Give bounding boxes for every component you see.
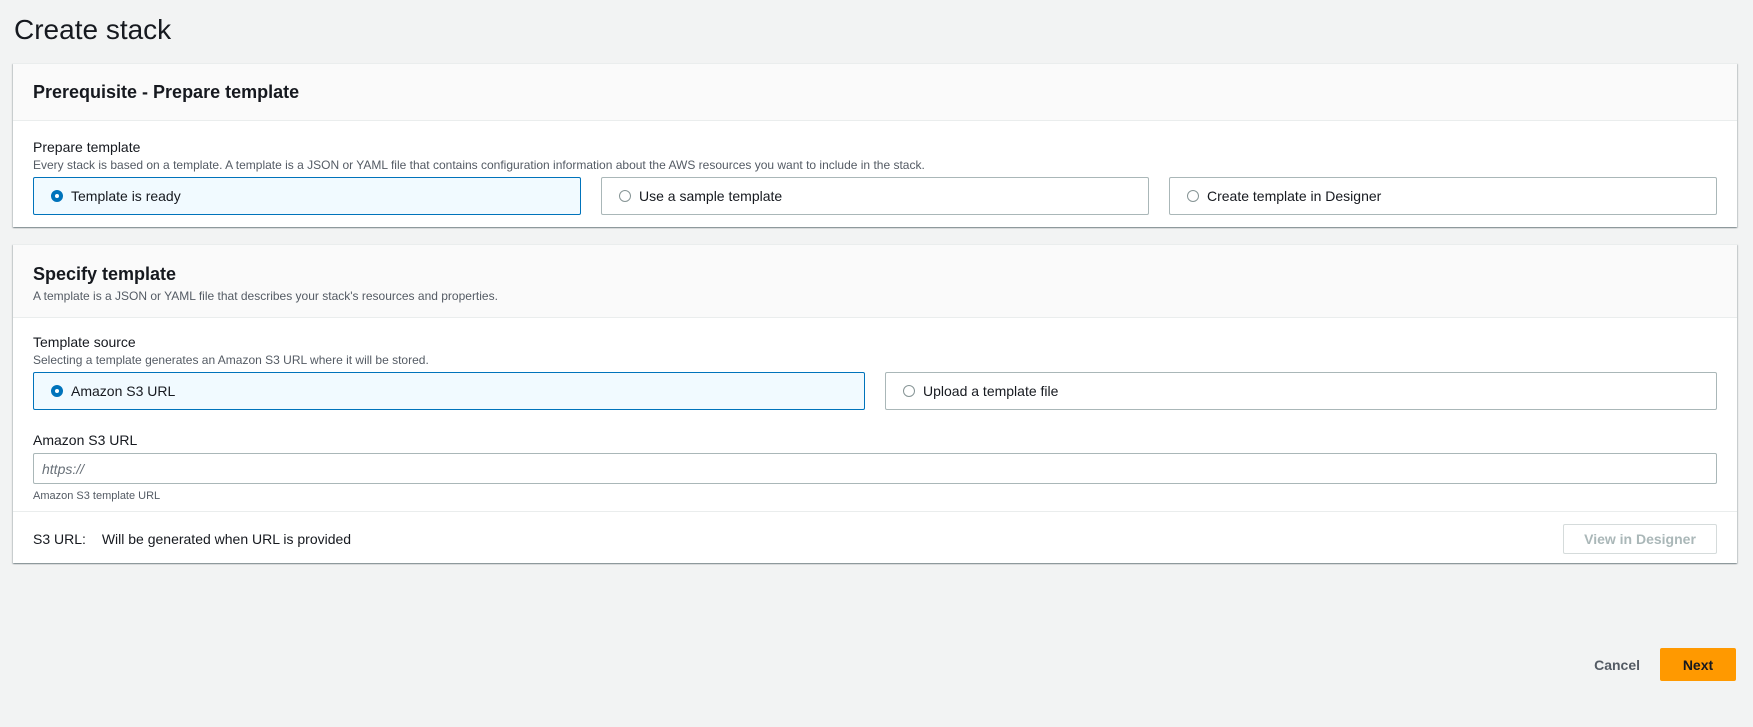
template-source-label: Template source [33,334,136,350]
option-label: Use a sample template [639,188,783,204]
prerequisite-heading: Prerequisite - Prepare template [33,82,300,102]
option-label: Create template in Designer [1207,188,1382,204]
option-upload-template-file[interactable]: Upload a template file [885,372,1717,410]
radio-unselected-icon[interactable] [1187,190,1199,202]
s3-url-key: S3 URL: [33,531,86,547]
page-title: Create stack [14,14,172,45]
specify-template-header: Specify template A template is a JSON or… [13,245,1737,318]
form-actions: Cancel Next [1574,648,1736,681]
view-in-designer-button[interactable]: View in Designer [1563,524,1717,554]
amazon-s3-url-label: Amazon S3 URL [33,432,138,448]
radio-selected-icon[interactable] [51,385,63,397]
cancel-button[interactable]: Cancel [1574,651,1660,679]
option-label: Amazon S3 URL [71,383,176,399]
specify-template-heading: Specify template [33,264,177,284]
radio-selected-icon[interactable] [51,190,63,202]
s3-url-footer: S3 URL: Will be generated when URL is pr… [13,511,1737,566]
radio-unselected-icon[interactable] [619,190,631,202]
s3-url-value: Will be generated when URL is provided [101,531,352,547]
prepare-template-options: Template is ready Use a sample template … [33,177,1717,215]
prerequisite-panel: Prerequisite - Prepare template Prepare … [13,63,1737,227]
prepare-template-label: Prepare template [33,139,141,155]
option-label: Upload a template file [923,383,1059,399]
amazon-s3-url-hint: Amazon S3 template URL [33,490,161,502]
prepare-template-description: Every stack is based on a template. A te… [33,158,925,172]
specify-template-panel: Specify template A template is a JSON or… [13,244,1737,563]
option-create-in-designer[interactable]: Create template in Designer [1169,177,1717,215]
template-source-options: Amazon S3 URL Upload a template file [33,372,1717,410]
next-button[interactable]: Next [1660,648,1736,681]
option-label: Template is ready [71,188,181,204]
option-amazon-s3-url[interactable]: Amazon S3 URL [33,372,865,410]
s3-url-info: S3 URL: Will be generated when URL is pr… [33,531,351,547]
option-template-ready[interactable]: Template is ready [33,177,581,215]
radio-unselected-icon[interactable] [903,385,915,397]
amazon-s3-url-input[interactable] [33,453,1717,484]
prerequisite-header: Prerequisite - Prepare template [13,64,1737,121]
option-sample-template[interactable]: Use a sample template [601,177,1149,215]
template-source-description: Selecting a template generates an Amazon… [33,353,429,367]
specify-template-description: A template is a JSON or YAML file that d… [33,289,498,303]
